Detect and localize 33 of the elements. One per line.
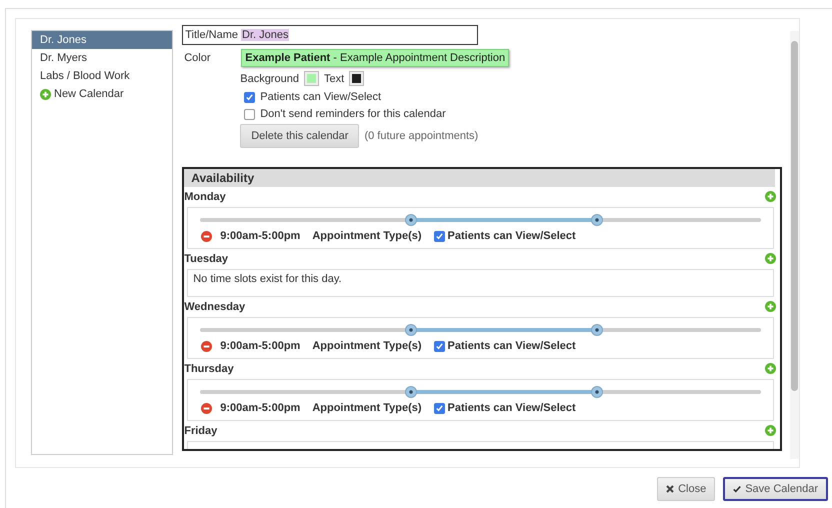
swatch-label: Text	[324, 72, 344, 84]
day-label: Friday	[184, 424, 218, 436]
day-label: Tuesday	[184, 252, 228, 264]
day-label: Monday	[184, 190, 226, 202]
calendar-item[interactable]: Labs / Blood Work	[32, 67, 172, 85]
color-preview: Example Patient - Example Appointment Description	[241, 49, 510, 67]
title-field[interactable]: Title/Name Dr. Jones	[182, 25, 478, 45]
option-label: Don't send reminders for this calendar	[260, 108, 446, 120]
option-label: Patients can View/Select	[448, 402, 576, 414]
appointment-types-link[interactable]: Appointment Type(s)	[312, 340, 422, 352]
future-appointments-note: (0 future appointments)	[364, 130, 478, 142]
delete-calendar-button[interactable]: Delete this calendar	[240, 124, 360, 148]
appointment-types-link[interactable]: Appointment Type(s)	[312, 230, 422, 242]
swatch-label: Background	[240, 72, 299, 84]
save-button[interactable]: Save Calendar	[723, 477, 828, 501]
color-label: Color	[183, 52, 212, 64]
availability-header: Availability	[184, 169, 776, 187]
calendar-item[interactable]: Dr. Myers	[32, 49, 172, 67]
time-range-text: 9:00am-5:00pm	[220, 230, 300, 242]
option-label: Patients can View/Select	[448, 340, 576, 352]
time-range-text: 9:00am-5:00pm	[220, 402, 300, 414]
option-label: Patients can View/Select	[260, 91, 382, 103]
title-label: Title/Name	[184, 29, 240, 41]
new-calendar-link[interactable]: New Calendar	[32, 85, 172, 103]
appointment-types-link[interactable]: Appointment Type(s)	[312, 402, 422, 414]
close-button[interactable]: Close	[657, 477, 716, 501]
day-label: Thursday	[184, 362, 234, 374]
time-range-text: 9:00am-5:00pm	[220, 340, 300, 352]
day-label: Wednesday	[184, 300, 246, 312]
calendar-item[interactable]: Dr. Jones	[32, 31, 172, 49]
title-value: Dr. Jones	[241, 29, 290, 41]
option-label: Patients can View/Select	[448, 230, 576, 242]
empty-day-message: No time slots exist for this day.	[187, 269, 774, 297]
